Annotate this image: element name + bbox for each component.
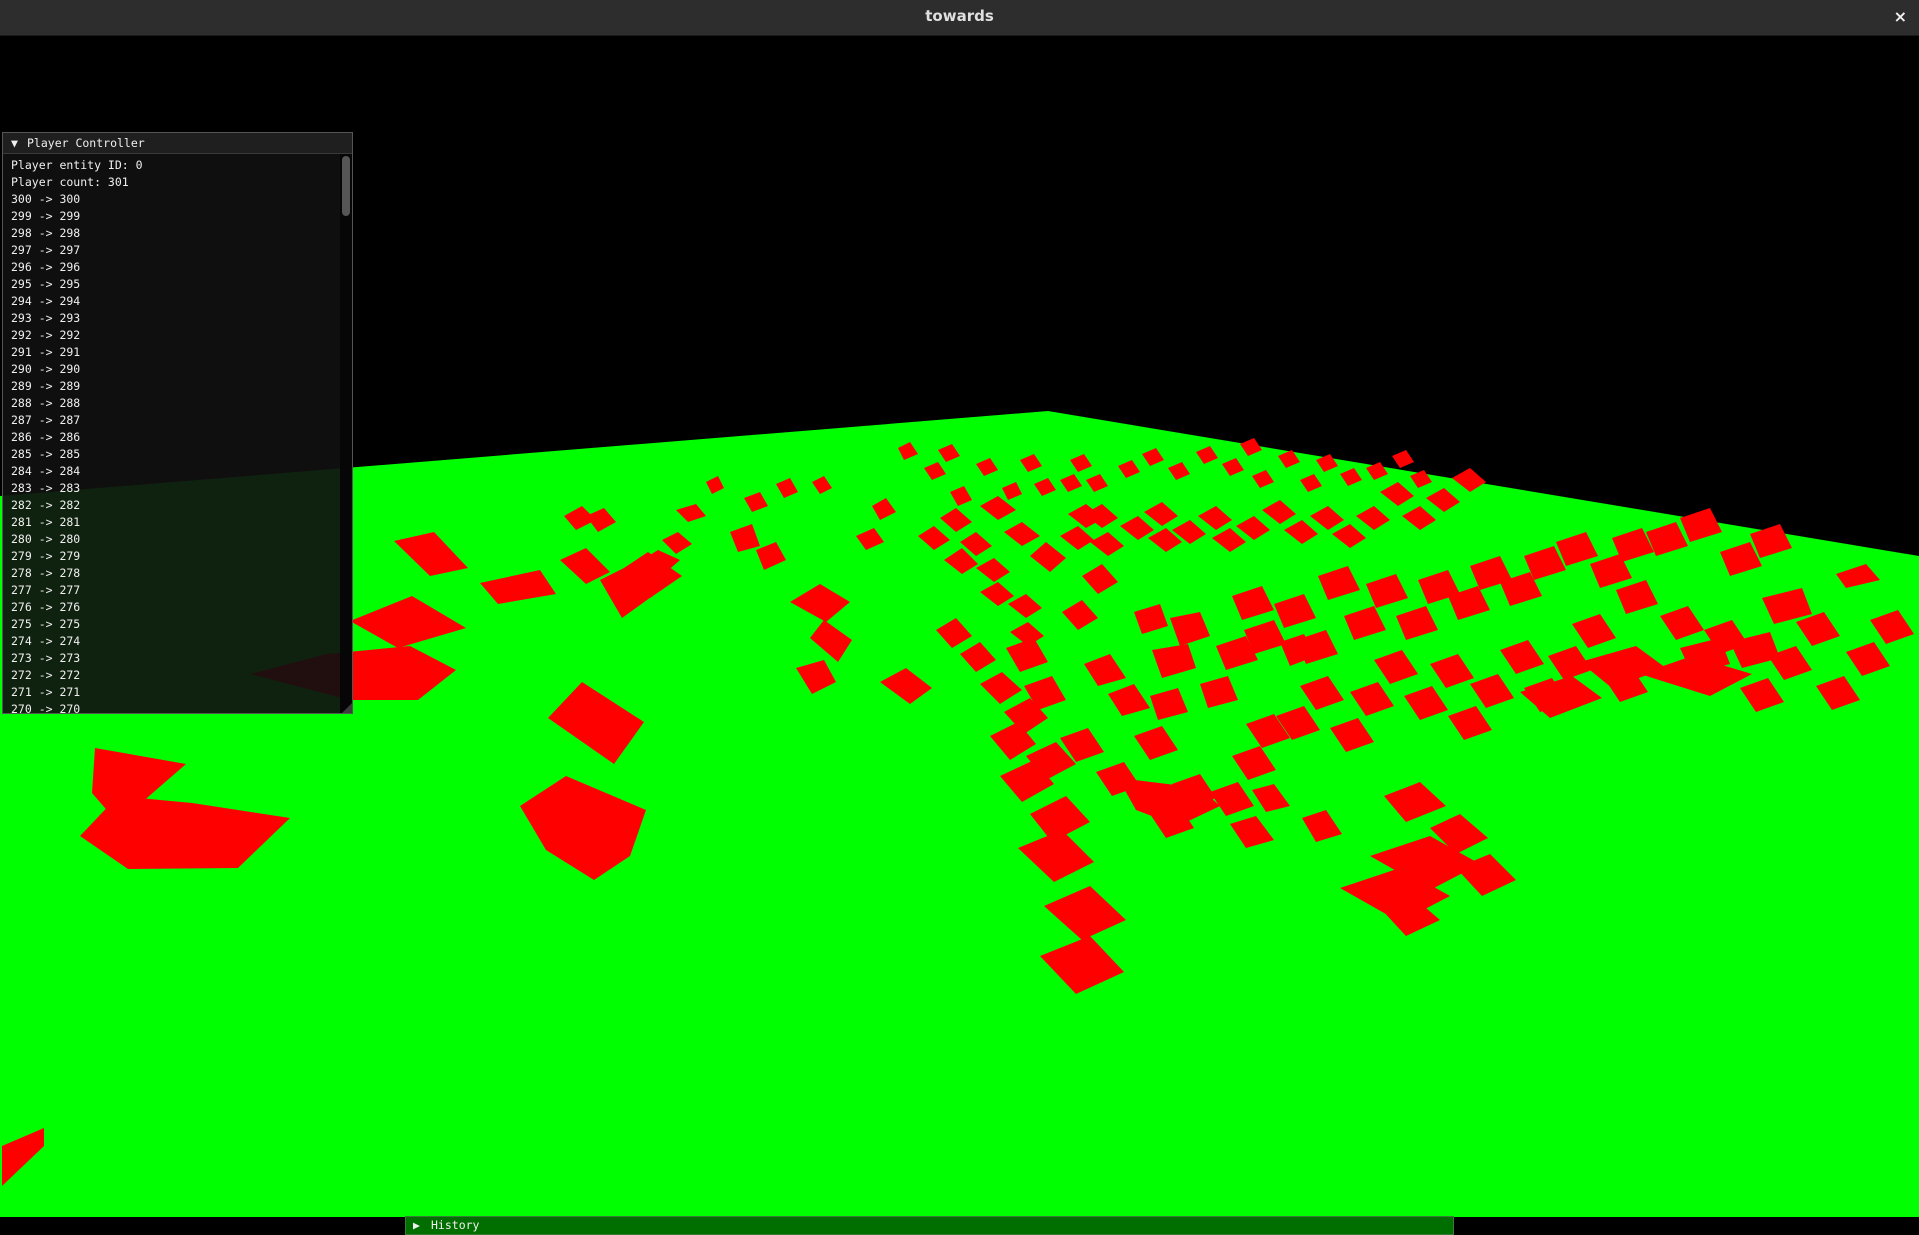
player-line: 286 -> 286 xyxy=(11,430,81,444)
player-line: Player count: 301 xyxy=(11,175,129,189)
player-line: 298 -> 298 xyxy=(11,226,81,240)
player-controller-header[interactable]: ▼ Player Controller xyxy=(3,133,352,154)
player-line: 270 -> 270 xyxy=(11,702,81,713)
player-line: 289 -> 289 xyxy=(11,379,81,393)
player-line: 293 -> 293 xyxy=(11,311,81,325)
player-line: 299 -> 299 xyxy=(11,209,81,223)
player-line: 295 -> 295 xyxy=(11,277,81,291)
player-line: 294 -> 294 xyxy=(11,294,81,308)
player-line: 282 -> 282 xyxy=(11,498,81,512)
resize-grip-icon[interactable] xyxy=(342,703,352,713)
scrollbar-thumb[interactable] xyxy=(342,156,350,216)
player-line: 274 -> 274 xyxy=(11,634,81,648)
window-title: towards xyxy=(925,7,994,25)
player-line: 300 -> 300 xyxy=(11,192,81,206)
player-line: 285 -> 285 xyxy=(11,447,81,461)
player-line: 290 -> 290 xyxy=(11,362,81,376)
window-titlebar: towards × xyxy=(0,0,1919,36)
game-viewport[interactable]: ▼ Player Controller Player entity ID: 0 Pl… xyxy=(0,36,1919,1235)
player-line: 273 -> 273 xyxy=(11,651,81,665)
history-header[interactable]: ▶ History xyxy=(405,1216,1454,1235)
player-line: 291 -> 291 xyxy=(11,345,81,359)
player-line: 279 -> 279 xyxy=(11,549,81,563)
player-line: 276 -> 276 xyxy=(11,600,81,614)
collapse-triangle-icon[interactable]: ▼ xyxy=(11,133,27,153)
player-line: 275 -> 275 xyxy=(11,617,81,631)
player-list-scrollbar[interactable] xyxy=(340,154,352,713)
player-line: 297 -> 297 xyxy=(11,243,81,257)
player-line: 281 -> 281 xyxy=(11,515,81,529)
history-label: History xyxy=(431,1218,480,1232)
player-line: 284 -> 284 xyxy=(11,464,81,478)
player-line: 283 -> 283 xyxy=(11,481,81,495)
expand-triangle-icon[interactable]: ▶ xyxy=(413,1217,431,1234)
player-line: 272 -> 272 xyxy=(11,668,81,682)
player-line: 292 -> 292 xyxy=(11,328,81,342)
player-line: 278 -> 278 xyxy=(11,566,81,580)
player-line: 296 -> 296 xyxy=(11,260,81,274)
player-list: Player entity ID: 0 Player count: 301 300 … xyxy=(3,154,340,713)
player-line: 280 -> 280 xyxy=(11,532,81,546)
player-line: Player entity ID: 0 xyxy=(11,158,143,172)
close-icon[interactable]: × xyxy=(1894,0,1907,33)
player-line: 277 -> 277 xyxy=(11,583,81,597)
player-line: 271 -> 271 xyxy=(11,685,81,699)
player-line: 288 -> 288 xyxy=(11,396,81,410)
player-line: 287 -> 287 xyxy=(11,413,81,427)
player-controller-title: Player Controller xyxy=(27,136,145,150)
player-controller-panel[interactable]: ▼ Player Controller Player entity ID: 0 Pl… xyxy=(2,132,353,714)
